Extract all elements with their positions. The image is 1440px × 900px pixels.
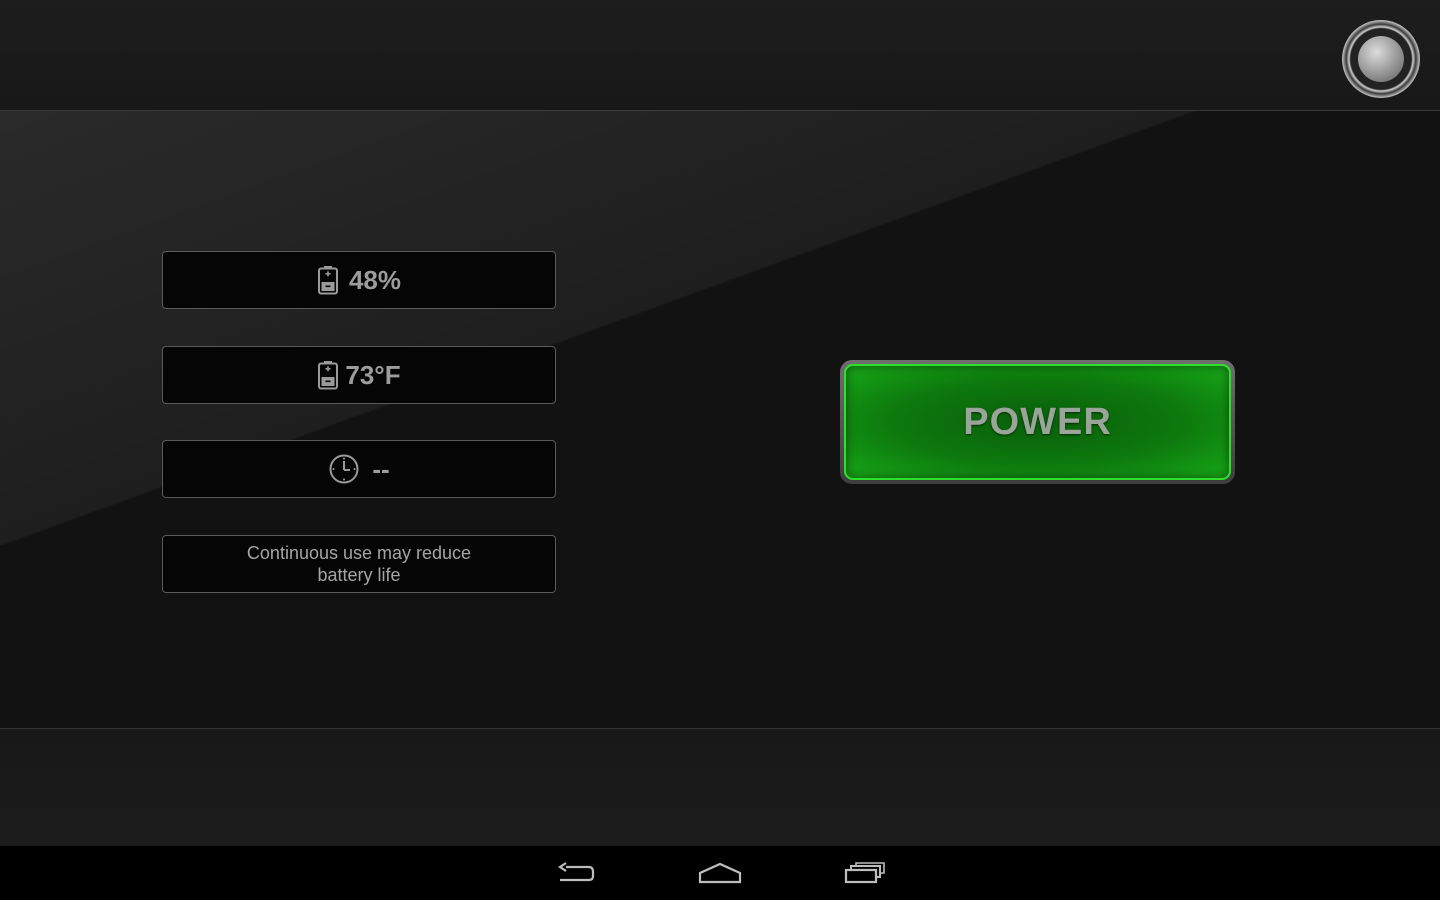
recent-apps-icon — [844, 861, 886, 885]
power-button-label: POWER — [963, 400, 1112, 443]
battery-icon — [317, 360, 339, 390]
bottom-bar — [0, 728, 1440, 847]
temperature-box: 73°F — [162, 346, 556, 404]
power-button-face: POWER — [844, 364, 1231, 480]
battery-icon — [317, 265, 339, 295]
back-icon — [556, 861, 596, 885]
top-bar — [0, 0, 1440, 111]
home-icon — [698, 861, 742, 885]
clock-icon — [328, 453, 360, 485]
app-screen: 48% 73°F -- Continuous use may reduce ba… — [0, 0, 1440, 900]
usage-warning-box: Continuous use may reduce battery life — [162, 535, 556, 593]
usage-warning-text: Continuous use may reduce battery life — [246, 543, 472, 585]
home-button[interactable] — [680, 846, 760, 900]
toggle-knob — [1358, 36, 1404, 82]
back-button[interactable] — [536, 846, 616, 900]
power-button[interactable]: POWER — [840, 360, 1235, 484]
time-remaining-value: -- — [372, 453, 390, 484]
time-remaining-box: -- — [162, 440, 556, 498]
battery-level-box: 48% — [162, 251, 556, 309]
temperature-value: 73°F — [345, 359, 401, 390]
light-toggle-button[interactable] — [1342, 20, 1420, 98]
system-nav-bar — [0, 846, 1440, 900]
recent-apps-button[interactable] — [825, 846, 905, 900]
battery-level-value: 48% — [348, 264, 402, 295]
